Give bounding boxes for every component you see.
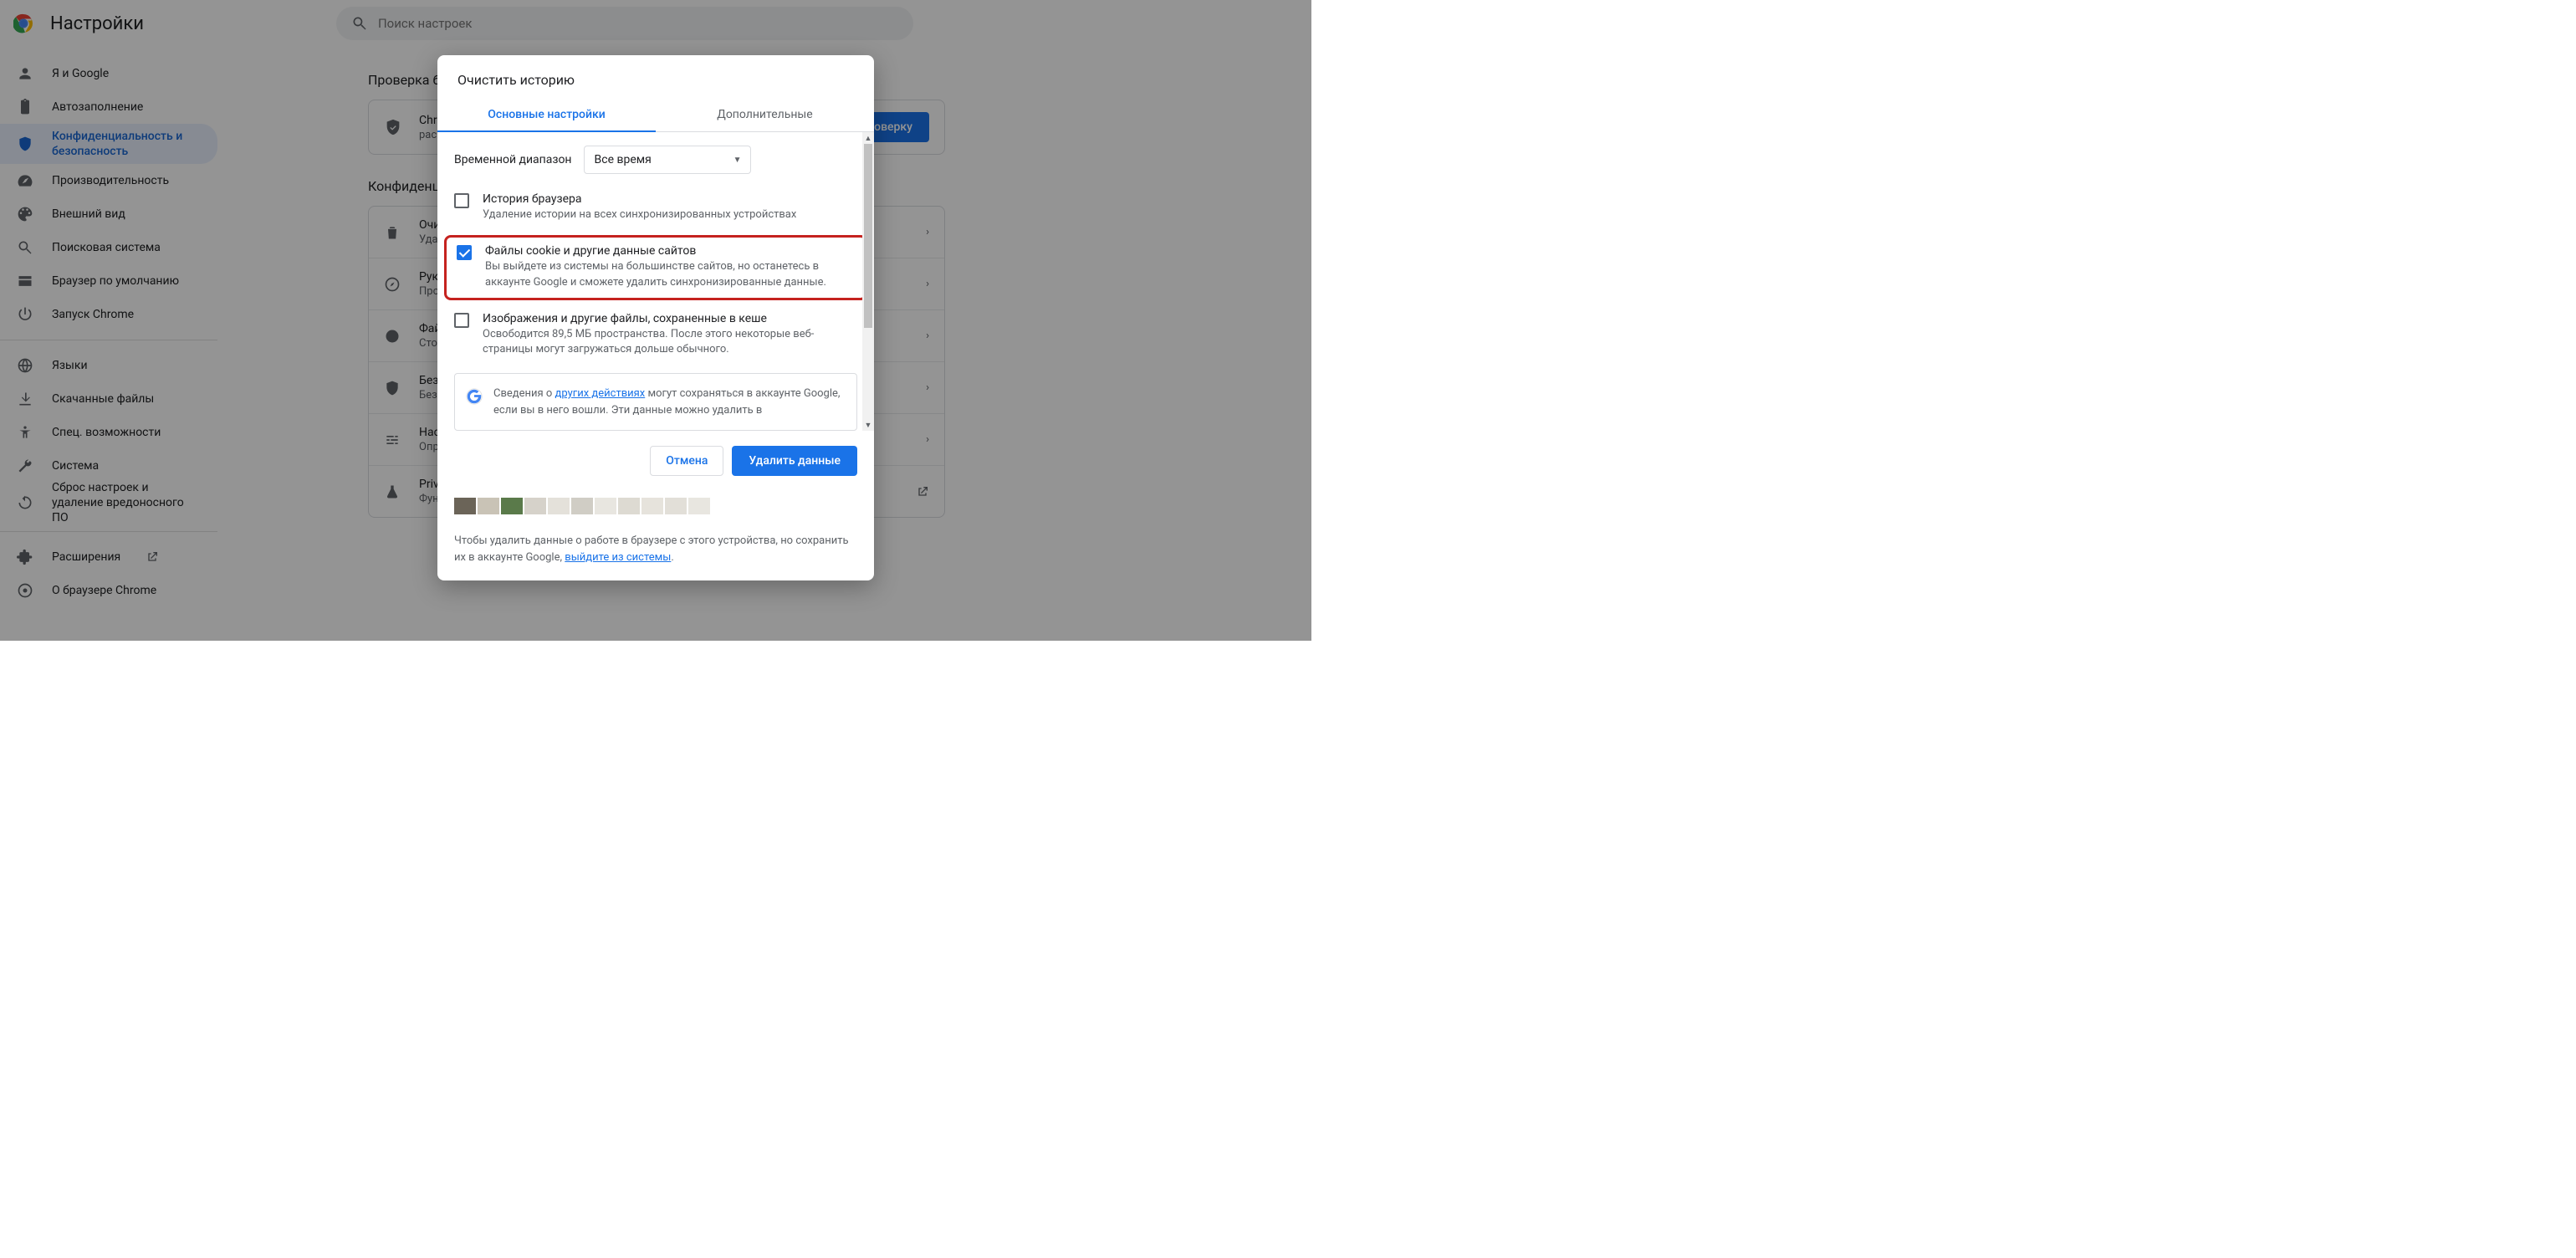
redacted-strip bbox=[454, 498, 857, 514]
dialog-scrollbar[interactable]: ▲ ▼ bbox=[862, 132, 874, 431]
opt-history-title: История браузера bbox=[483, 192, 796, 206]
dropdown-arrow-icon: ▼ bbox=[733, 156, 742, 165]
time-range-select[interactable]: Все время ▼ bbox=[584, 146, 751, 174]
checkbox-browsing-history[interactable] bbox=[454, 193, 469, 208]
google-g-icon bbox=[465, 387, 483, 406]
opt-cache-desc: Освободится 89,5 МБ пространства. После … bbox=[483, 327, 851, 359]
signout-footnote: Чтобы удалить данные о работе в браузере… bbox=[437, 518, 874, 580]
clear-browsing-data-dialog: Очистить историю Основные настройки Допо… bbox=[437, 55, 874, 580]
opt-cookies-desc: Вы выйдете из системы на большинстве сай… bbox=[485, 259, 848, 291]
tab-basic[interactable]: Основные настройки bbox=[437, 98, 656, 131]
other-activity-link[interactable]: других действиях bbox=[555, 387, 646, 400]
time-range-value: Все время bbox=[595, 153, 652, 166]
opt-cache-title: Изображения и другие файлы, сохраненные … bbox=[483, 312, 851, 325]
time-range-label: Временной диапазон bbox=[454, 153, 572, 166]
modal-overlay: Очистить историю Основные настройки Допо… bbox=[0, 0, 1311, 641]
info-text-1: Сведения о bbox=[493, 387, 555, 400]
opt-history-desc: Удаление истории на всех синхронизирован… bbox=[483, 207, 796, 223]
clear-data-button[interactable]: Удалить данные bbox=[732, 446, 857, 476]
cancel-button[interactable]: Отмена bbox=[650, 446, 723, 476]
checkbox-cache[interactable] bbox=[454, 313, 469, 328]
tab-advanced[interactable]: Дополнительные bbox=[656, 98, 874, 131]
dialog-title: Очистить историю bbox=[437, 55, 874, 98]
checkbox-cookies[interactable] bbox=[457, 245, 472, 260]
opt-cookies-title: Файлы cookie и другие данные сайтов bbox=[485, 244, 848, 258]
google-account-info: Сведения о других действиях могут сохран… bbox=[454, 373, 857, 431]
sign-out-link[interactable]: выйдите из системы bbox=[565, 551, 671, 564]
